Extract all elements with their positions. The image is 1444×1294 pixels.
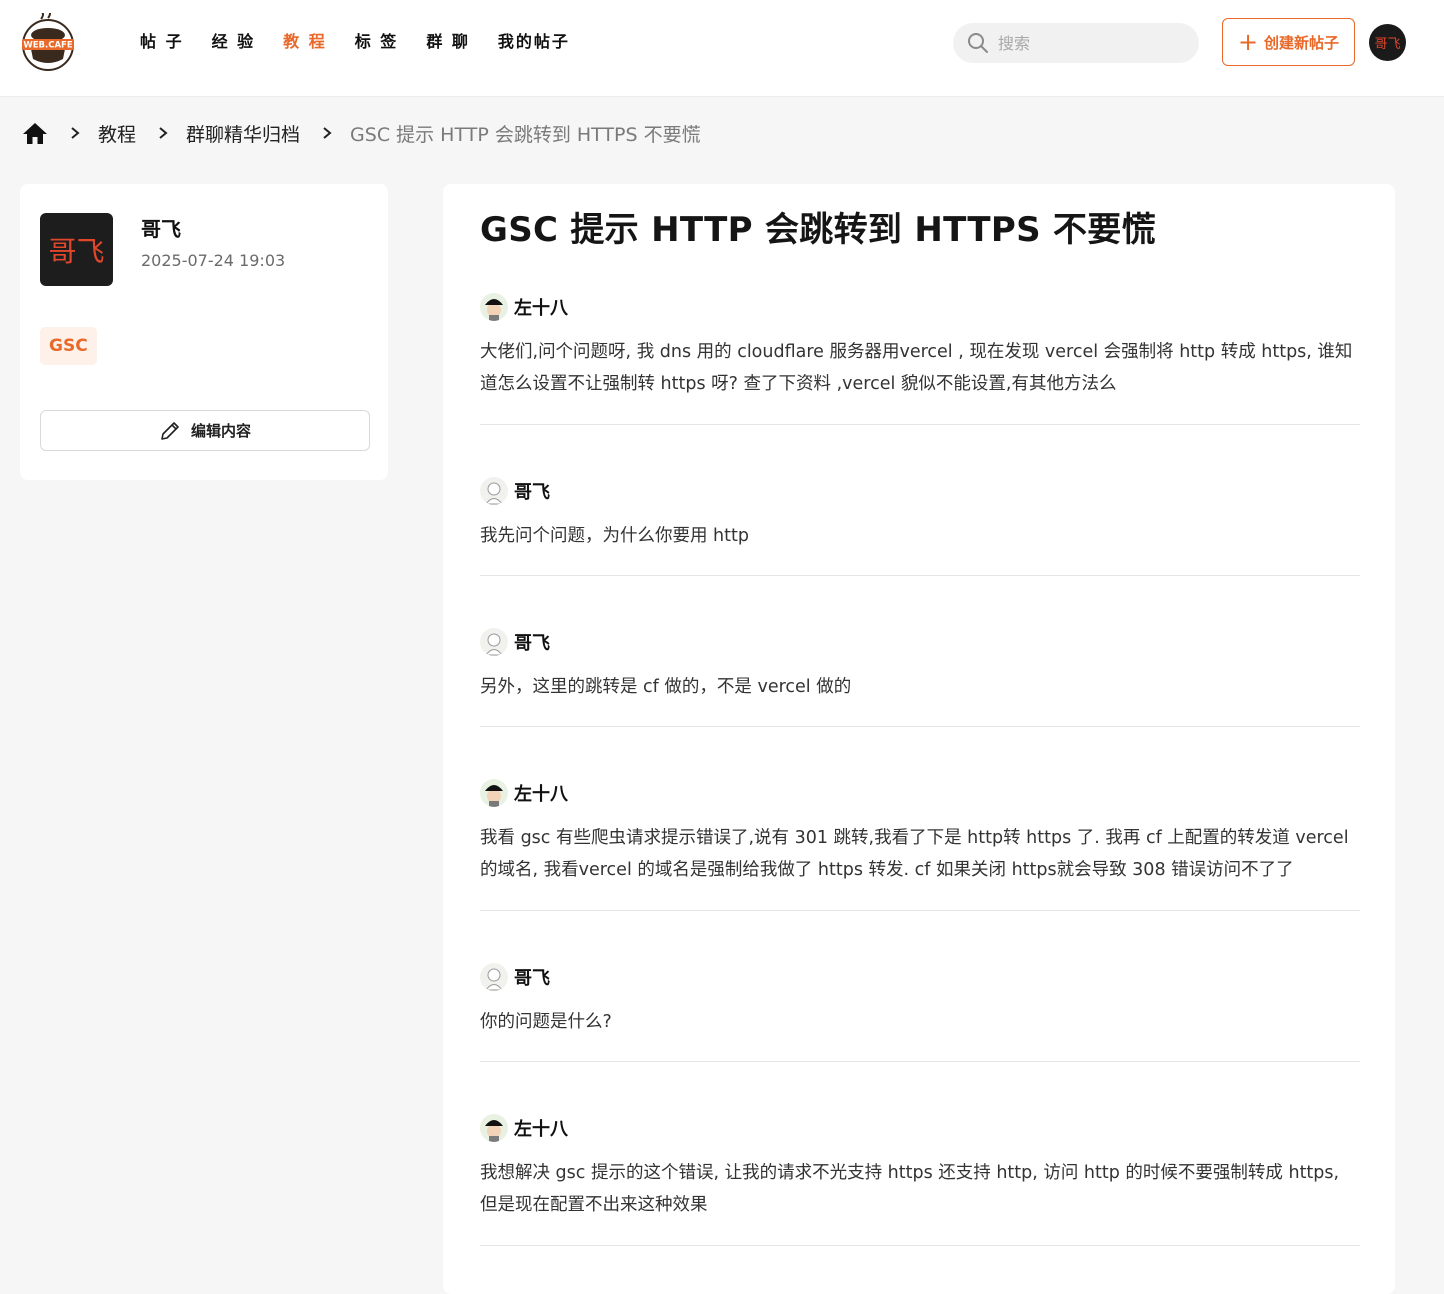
create-post-button[interactable]: + 创建新帖子 — [1222, 18, 1355, 66]
nav-item-tutorials[interactable]: 教 程 — [283, 30, 327, 54]
search-icon — [968, 33, 988, 53]
nav-item-experience[interactable]: 经 验 — [212, 30, 256, 54]
chat-message: 左十八 大佬们,问个问题呀, 我 dns 用的 cloudflare 服务器用v… — [480, 292, 1360, 425]
author-name[interactable]: 哥飞 — [141, 213, 181, 242]
message-text: 我想解决 gsc 提示的这个错误, 让我的请求不光支持 https 还支持 ht… — [480, 1163, 1340, 1215]
logo-text: WEB.CAFE — [23, 41, 73, 51]
message-text: 大佬们,问个问题呀, 我 dns 用的 cloudflare 服务器用verce… — [480, 342, 1353, 394]
avatar-icon — [480, 477, 508, 505]
message-text: 我先问个问题，为什么你要用 http — [480, 526, 749, 546]
post-content-card: GSC 提示 HTTP 会跳转到 HTTPS 不要慌 左十八 大佬们,问个问题呀… — [443, 184, 1395, 1294]
create-post-label: 创建新帖子 — [1264, 33, 1340, 52]
user-avatar[interactable]: 哥飞 — [1369, 24, 1406, 61]
chat-message: 哥飞 你的问题是什么? — [480, 962, 1360, 1062]
avatar-icon — [480, 628, 508, 656]
message-author[interactable]: 左十八 — [514, 780, 568, 806]
coffee-cup-logo-icon: WEB.CAFE — [22, 9, 74, 71]
message-author[interactable]: 哥飞 — [514, 629, 550, 655]
author-card: 哥飞 哥飞 2025-07-24 19:03 GSC 编辑内容 — [20, 184, 388, 480]
plus-icon: + — [1237, 28, 1259, 56]
message-author[interactable]: 哥飞 — [514, 478, 550, 504]
top-header: WEB.CAFE 帖 子 经 验 教 程 标 签 群 聊 我的帖子 + 创建新帖… — [0, 0, 1444, 97]
main-nav: 帖 子 经 验 教 程 标 签 群 聊 我的帖子 — [140, 30, 598, 54]
message-header: 左十八 — [480, 1113, 568, 1143]
nav-item-my-posts[interactable]: 我的帖子 — [498, 30, 570, 54]
site-logo[interactable]: WEB.CAFE — [19, 9, 79, 71]
breadcrumb-item-archive[interactable]: 群聊精华归档 — [186, 120, 300, 147]
chevron-right-icon — [71, 127, 80, 139]
search-box — [953, 23, 1199, 63]
message-author[interactable]: 左十八 — [514, 1115, 568, 1141]
message-header: 哥飞 — [480, 627, 550, 657]
tag-badge[interactable]: GSC — [40, 327, 97, 365]
message-text: 另外，这里的跳转是 cf 做的，不是 vercel 做的 — [480, 677, 852, 697]
breadcrumb: 教程 群聊精华归档 GSC 提示 HTTP 会跳转到 HTTPS 不要慌 — [22, 116, 701, 150]
avatar-icon — [480, 293, 508, 321]
edit-content-button[interactable]: 编辑内容 — [40, 410, 370, 451]
chevron-right-icon — [159, 127, 168, 139]
chat-message: 左十八 我想解决 gsc 提示的这个错误, 让我的请求不光支持 https 还支… — [480, 1113, 1360, 1246]
edit-content-label: 编辑内容 — [190, 422, 251, 440]
message-text: 你的问题是什么? — [480, 1012, 612, 1032]
chevron-right-icon — [323, 127, 332, 139]
nav-item-posts[interactable]: 帖 子 — [140, 30, 184, 54]
nav-item-group-chat[interactable]: 群 聊 — [426, 30, 470, 54]
nav-item-tags[interactable]: 标 签 — [355, 30, 399, 54]
chat-message: 哥飞 我先问个问题，为什么你要用 http — [480, 476, 1360, 576]
message-header: 哥飞 — [480, 962, 550, 992]
post-date: 2025-07-24 19:03 — [141, 251, 286, 270]
search-input[interactable] — [998, 23, 1188, 63]
chat-message: 左十八 我看 gsc 有些爬虫请求提示错误了,说有 301 跳转,我看了下是 h… — [480, 778, 1360, 911]
avatar-icon — [480, 779, 508, 807]
avatar-icon — [480, 1114, 508, 1142]
post-title: GSC 提示 HTTP 会跳转到 HTTPS 不要慌 — [480, 210, 1156, 250]
breadcrumb-current: GSC 提示 HTTP 会跳转到 HTTPS 不要慌 — [350, 123, 701, 146]
message-author[interactable]: 哥飞 — [514, 964, 550, 990]
avatar-icon — [480, 963, 508, 991]
author-avatar[interactable]: 哥飞 — [40, 213, 113, 286]
message-author[interactable]: 左十八 — [514, 294, 568, 320]
home-icon[interactable] — [22, 121, 48, 145]
chat-message: 哥飞 另外，这里的跳转是 cf 做的，不是 vercel 做的 — [480, 627, 1360, 727]
message-header: 左十八 — [480, 292, 568, 322]
message-text: 我看 gsc 有些爬虫请求提示错误了,说有 301 跳转,我看了下是 http转… — [480, 828, 1349, 880]
pencil-icon — [161, 421, 179, 440]
message-header: 左十八 — [480, 778, 568, 808]
breadcrumb-item-tutorials[interactable]: 教程 — [98, 120, 136, 147]
message-header: 哥飞 — [480, 476, 550, 506]
